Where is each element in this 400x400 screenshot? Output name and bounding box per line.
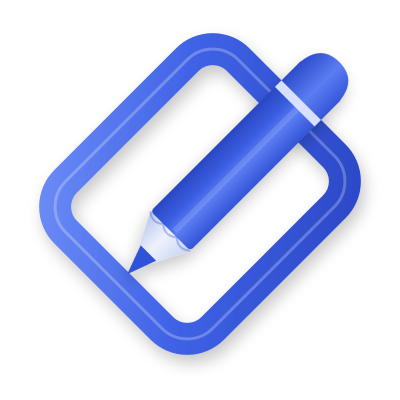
edit-icon: [39, 33, 361, 355]
icon-canvas: [0, 0, 400, 400]
